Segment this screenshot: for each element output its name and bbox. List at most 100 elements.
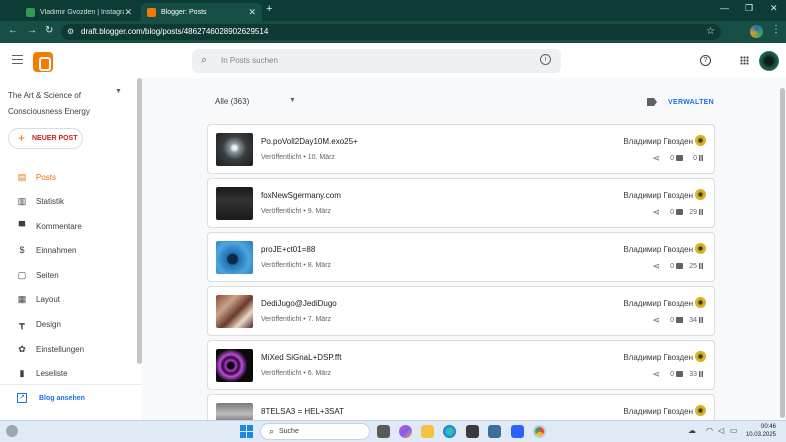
share-icon[interactable]: ⋖ [652, 369, 660, 380]
post-row[interactable]: Po.poVoll2Day10M.exo25+ Veröffentlicht •… [207, 124, 715, 174]
sidebar-item-pages[interactable]: ▢ Seiten [0, 265, 142, 287]
help-icon[interactable]: ? [700, 55, 711, 66]
battery-icon[interactable]: ▭ [730, 426, 738, 435]
post-title[interactable]: 8TELSA3 = HEL+3SAT [261, 407, 344, 416]
post-thumbnail [216, 349, 253, 382]
comment-icon [676, 263, 683, 269]
info-icon[interactable]: i [540, 54, 551, 65]
task-view-icon[interactable] [377, 425, 390, 438]
maximize-button[interactable]: ❐ [745, 3, 753, 14]
wifi-icon[interactable]: ◠ [706, 426, 713, 435]
bookmark-star-icon[interactable]: ☆ [706, 26, 715, 37]
edge-icon[interactable] [443, 425, 456, 438]
sidebar-item-design[interactable]: ┳ Design [0, 314, 142, 336]
post-title[interactable]: DediJugo@JediDugo [261, 299, 337, 308]
store-icon[interactable] [466, 425, 479, 438]
manage-labels-button[interactable]: VERWALTEN [668, 99, 714, 106]
posts-filter-select[interactable]: Alle (363) [215, 97, 249, 106]
tab-instagram[interactable]: Vladimir Gvozden | Instagram, ✕ [20, 3, 138, 21]
taskbar-search[interactable]: ⌕ Suche [260, 423, 370, 440]
comments-icon: ▀ [18, 221, 26, 231]
post-title[interactable]: foxNewSgermany.com [261, 191, 341, 200]
author-avatar [695, 243, 706, 254]
app-icon[interactable] [511, 425, 524, 438]
post-date: 9. März [307, 208, 332, 215]
comment-icon [676, 209, 683, 215]
search-input[interactable]: In Posts suchen [221, 56, 278, 65]
address-bar[interactable]: ⚙ draft.blogger.com/blog/posts/486274602… [61, 24, 721, 40]
share-icon[interactable]: ⋖ [652, 261, 660, 272]
posts-icon: ▤ [17, 172, 27, 182]
blogger-logo[interactable] [33, 52, 53, 72]
view-count: 0 [693, 155, 697, 162]
reload-button[interactable]: ↻ [45, 25, 53, 36]
windows-start-icon[interactable] [240, 425, 253, 438]
sidebar-item-reading-list[interactable]: ▮ Leseliste [0, 363, 142, 385]
photos-icon[interactable] [488, 425, 501, 438]
instagram-favicon-icon [26, 7, 35, 17]
minimize-button[interactable]: — [720, 3, 729, 13]
windows-taskbar: ⌕ Suche ☁ ◠ ◁ ▭ 00:46 10.03.2025 [0, 420, 786, 442]
view-blog-label: Blog ansehen [39, 395, 85, 402]
post-meta: Veröffentlicht • 7. März [261, 316, 332, 323]
google-apps-icon[interactable] [740, 56, 749, 65]
share-icon[interactable]: ⋖ [652, 207, 660, 218]
post-row[interactable]: proJE+ct01=88 Veröffentlicht • 8. März В… [207, 232, 715, 282]
chrome-icon[interactable] [533, 425, 546, 438]
clock-date: 10.03.2025 [745, 432, 776, 438]
site-info-icon[interactable]: ⚙ [67, 27, 74, 36]
search-bar[interactable]: ⌕ In Posts suchen i [192, 49, 561, 73]
hamburger-menu-icon[interactable] [12, 55, 23, 64]
search-icon: ⌕ [201, 54, 208, 66]
sidebar-item-posts[interactable]: ▤ Posts [0, 167, 142, 189]
post-author: Владимир Гвозден [623, 191, 693, 200]
browser-profile-avatar[interactable] [750, 25, 763, 38]
comment-count: 0 [670, 263, 674, 270]
post-row[interactable]: MiXed SiGnaL+DSP.fft Veröffentlicht • 6.… [207, 340, 715, 390]
open-in-new-icon: ↗ [17, 393, 27, 403]
post-status: Veröffentlicht [261, 208, 302, 215]
design-icon: ┳ [19, 319, 25, 329]
blog-title[interactable]: The Art & Science of Consciousness Energ… [8, 88, 108, 120]
tab-blogger-posts[interactable]: Blogger: Posts ✕ [141, 3, 262, 21]
new-post-button[interactable]: + NEUER POST [8, 128, 83, 149]
new-tab-button[interactable]: + [266, 3, 272, 15]
post-title[interactable]: proJE+ct01=88 [261, 245, 315, 254]
sidebar-item-earnings[interactable]: $ Einnahmen [0, 240, 142, 262]
sidebar-item-comments[interactable]: ▀ Kommentare [0, 216, 142, 238]
sidebar-item-settings[interactable]: ✿ Einstellungen [0, 339, 142, 361]
close-window-button[interactable]: ✕ [770, 3, 778, 14]
volume-icon[interactable]: ◁ [718, 426, 724, 435]
browser-menu-icon[interactable]: ⋮ [771, 24, 781, 35]
view-blog-link[interactable]: ↗ Blog ansehen [0, 390, 142, 410]
post-status: Veröffentlicht [261, 316, 302, 323]
view-count: 29 [689, 209, 697, 216]
taskbar-search-label: Suche [279, 428, 299, 435]
filter-caret-icon[interactable]: ▼ [289, 97, 296, 104]
system-clock[interactable]: 00:46 10.03.2025 [744, 423, 776, 439]
main-scrollbar[interactable] [780, 88, 785, 418]
share-icon[interactable]: ⋖ [652, 153, 660, 164]
comment-count: 0 [670, 209, 674, 216]
sidebar-item-layout[interactable]: ▦ Layout [0, 289, 142, 311]
back-button[interactable]: ← [8, 25, 18, 36]
share-icon[interactable]: ⋖ [652, 315, 660, 326]
post-status: Veröffentlicht [261, 154, 302, 161]
file-explorer-icon[interactable] [421, 425, 434, 438]
views-bar-icon [699, 155, 705, 161]
tab-close-icon[interactable]: ✕ [248, 7, 256, 18]
sidebar-item-stats[interactable]: ▥ Statistik [0, 191, 142, 213]
weather-widget-icon[interactable] [6, 425, 18, 437]
tray-cloud-icon[interactable]: ☁ [688, 426, 696, 435]
forward-button[interactable]: → [27, 25, 37, 36]
views-bar-icon [699, 209, 705, 215]
post-title[interactable]: Po.poVoll2Day10M.exo25+ [261, 137, 358, 146]
post-row[interactable]: foxNewSgermany.com Veröffentlicht • 9. M… [207, 178, 715, 228]
post-title[interactable]: MiXed SiGnaL+DSP.fft [261, 353, 341, 362]
copilot-icon[interactable] [399, 425, 412, 438]
tab-close-icon[interactable]: ✕ [124, 7, 132, 18]
account-avatar[interactable] [759, 51, 779, 71]
post-row[interactable]: DediJugo@JediDugo Veröffentlicht • 7. Mä… [207, 286, 715, 336]
sidebar-item-label: Statistik [36, 197, 65, 206]
blog-selector-caret-icon[interactable]: ▼ [115, 88, 122, 95]
